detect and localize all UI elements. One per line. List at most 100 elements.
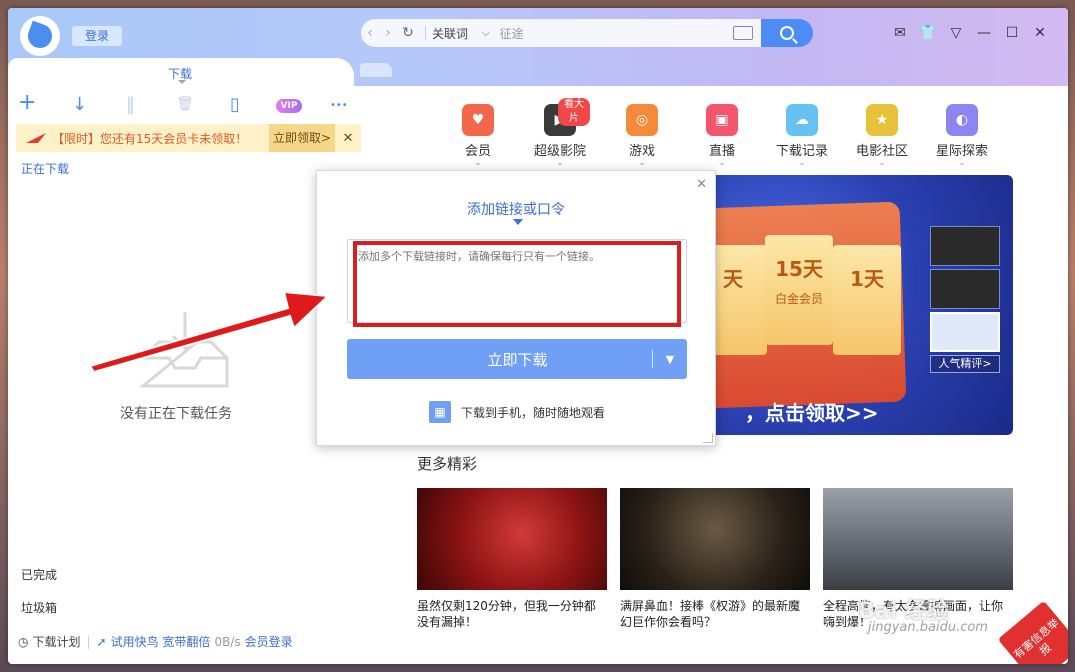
clock-icon: ◷ [18,634,29,649]
video-title[interactable]: 虽然仅剩120分钟，但我一分钟都没有漏掉！ [417,598,607,630]
banner-cta[interactable]: ，点击领取>> [745,397,879,426]
back-icon[interactable]: ‹ [361,25,379,41]
trial-boost-link[interactable]: 试用快鸟 宽带翻倍 [111,633,211,650]
nav-item-member[interactable]: ♥ 会员 ⌄ [448,104,508,168]
trash-tab[interactable]: 垃圾箱 [21,599,57,616]
refresh-icon[interactable]: ↻ [397,25,419,41]
title-arrow-icon [513,219,523,225]
status-footer: ◷ 下载计划 | ➚ 试用快鸟 宽带翻倍 0B/s 会员登录 [18,633,293,650]
trash-icon[interactable]: 🗑 [176,96,194,112]
resize-grip-icon[interactable] [703,433,713,443]
video-thumbnail[interactable] [823,488,1013,590]
dialog-title[interactable]: 添加链接或口令 [317,199,715,219]
screenshot-icon[interactable] [733,26,753,40]
ticket-center: 15天 白金会员 [765,235,833,345]
hot-badge: 看大片 [558,98,590,126]
download-plan-link[interactable]: 下载计划 [32,633,80,650]
download-toolbar: + ↓ ‖ 🗑 ▯ VIP ••• [8,90,368,118]
forward-icon[interactable]: › [379,25,397,41]
mail-icon[interactable]: ✉ [886,24,914,42]
nav-label: 电影社区 [855,144,908,159]
chevron-down-icon[interactable]: ▼ [653,353,687,366]
chevron-down-icon: ⌄ [474,158,482,168]
download-to-phone[interactable]: ▦ 下载到手机，随时随地观看 [429,401,605,423]
video-thumbnail[interactable] [417,488,607,590]
tab-arrow-icon [178,80,186,84]
video-card[interactable]: 虽然仅剩120分钟，但我一分钟都没有漏掉！ [417,488,607,630]
video-thumbnail[interactable] [620,488,810,590]
banner-thumb[interactable] [930,226,1000,266]
chevron-down-icon: ⌄ [798,158,806,168]
ticket-center-sm: 白金会员 [774,292,823,306]
pause-icon[interactable]: ‖ [126,94,135,115]
ticket-right-text: 1天 [850,267,884,291]
address-divider [425,26,426,40]
speed-readout: 0B/s [214,634,241,649]
menu-icon[interactable]: ▽ [942,24,970,42]
banner-thumb[interactable] [930,269,1000,309]
gamepad-icon: ◎ [626,104,658,136]
nav-item-cinema[interactable]: ▶ 看大片 超级影院 ⌄ [530,98,590,168]
add-link-dialog: ✕ 添加链接或口令 立即下载 ▼ ▦ 下载到手机，随时随地观看 [316,170,716,446]
more-icon[interactable]: ••• [330,100,348,111]
bird-speed-icon: ➚ [96,634,107,649]
keyword-label[interactable]: 关联词 [432,25,468,42]
nav-label: 超级影院 [533,144,586,159]
login-button[interactable]: 登录 [72,26,122,46]
skin-icon[interactable]: 👕 [914,24,942,42]
minimize-icon[interactable]: — [970,24,998,42]
window-controls: ✉ 👕 ▽ — ☐ ✕ [886,24,1054,42]
nav-item-games[interactable]: ◎ 游戏 ⌄ [612,104,672,168]
nav-label: 会员 [464,144,491,159]
more-section-title: 更多精彩 [417,455,478,473]
video-title[interactable]: 满屏鼻血！接棒《权游》的最新魔幻巨作你会看吗？ [620,598,810,630]
video-card[interactable]: 满屏鼻血！接棒《权游》的最新魔幻巨作你会看吗？ [620,488,810,630]
title-bar: 登录 ‹ › ↻ 关联词 ⌵ 征途 ✉ 👕 ▽ — ☐ ✕ 下载 [8,8,1068,88]
planet-icon: ◐ [946,104,978,136]
add-icon[interactable]: + [18,90,36,115]
search-button[interactable] [761,19,813,47]
nav-label: 星际探索 [935,144,988,159]
banner-thumb[interactable] [930,312,1000,352]
claim-button[interactable]: 立即领取> [268,124,335,152]
vip-icon[interactable]: VIP [276,99,302,113]
nav-item-history[interactable]: ☁ 下载记录 ⌄ [772,104,832,168]
close-icon[interactable]: ✕ [696,177,707,192]
tab-new[interactable] [360,63,392,77]
maximize-icon[interactable]: ☐ [998,24,1026,42]
address-bar: ‹ › ↻ 关联词 ⌵ 征途 [361,19,761,47]
phone-icon[interactable]: ▯ [230,94,240,115]
completed-tab[interactable]: 已完成 [21,566,57,583]
promo-bird-icon [26,133,46,143]
member-login-link[interactable]: 会员登录 [245,633,293,650]
bird-icon [24,20,56,52]
feature-nav: ♥ 会员 ⌄ ▶ 看大片 超级影院 ⌄ ◎ 游戏 ⌄ ▣ 直播 ⌄ ☁ 下载记录… [448,98,1028,174]
ticket-center-big: 15天 [775,257,823,281]
search-icon [780,26,794,40]
chevron-down-icon: ⌄ [718,158,726,168]
nav-item-community[interactable]: ★ 电影社区 ⌄ [852,104,912,168]
promo-close-icon[interactable]: ✕ [335,131,361,146]
annotation-arrow-icon [88,290,331,374]
popular-review-link[interactable]: 人气精评> [930,355,1000,373]
chevron-down-icon: ⌄ [958,158,966,168]
download-now-button[interactable]: 立即下载 ▼ [347,339,687,379]
downloading-tab[interactable]: 正在下载 [21,160,69,177]
app-window: 登录 ‹ › ↻ 关联词 ⌵ 征途 ✉ 👕 ▽ — ☐ ✕ 下载 + ↓ ‖ 🗑… [8,8,1068,664]
nav-item-explore[interactable]: ◐ 星际探索 ⌄ [932,104,992,168]
nav-item-live[interactable]: ▣ 直播 ⌄ [692,104,752,168]
search-input[interactable]: 征途 [500,25,733,42]
chevron-down-icon[interactable]: ⌵ [482,28,490,39]
download-now-label: 立即下载 [487,350,548,369]
link-input[interactable] [347,239,687,323]
chevron-down-icon: ⌄ [556,158,564,168]
star-icon: ★ [866,104,898,136]
chevron-down-icon: ⌄ [638,158,646,168]
download-icon[interactable]: ↓ [72,94,87,115]
close-icon[interactable]: ✕ [1026,24,1054,42]
nav-label: 游戏 [628,144,655,159]
footer-divider: | [86,634,91,649]
download-to-phone-text: 下载到手机，随时随地观看 [461,405,606,420]
app-logo[interactable] [20,16,60,56]
promo-text: 【限时】您还有15天会员卡未领取！ [52,131,248,146]
